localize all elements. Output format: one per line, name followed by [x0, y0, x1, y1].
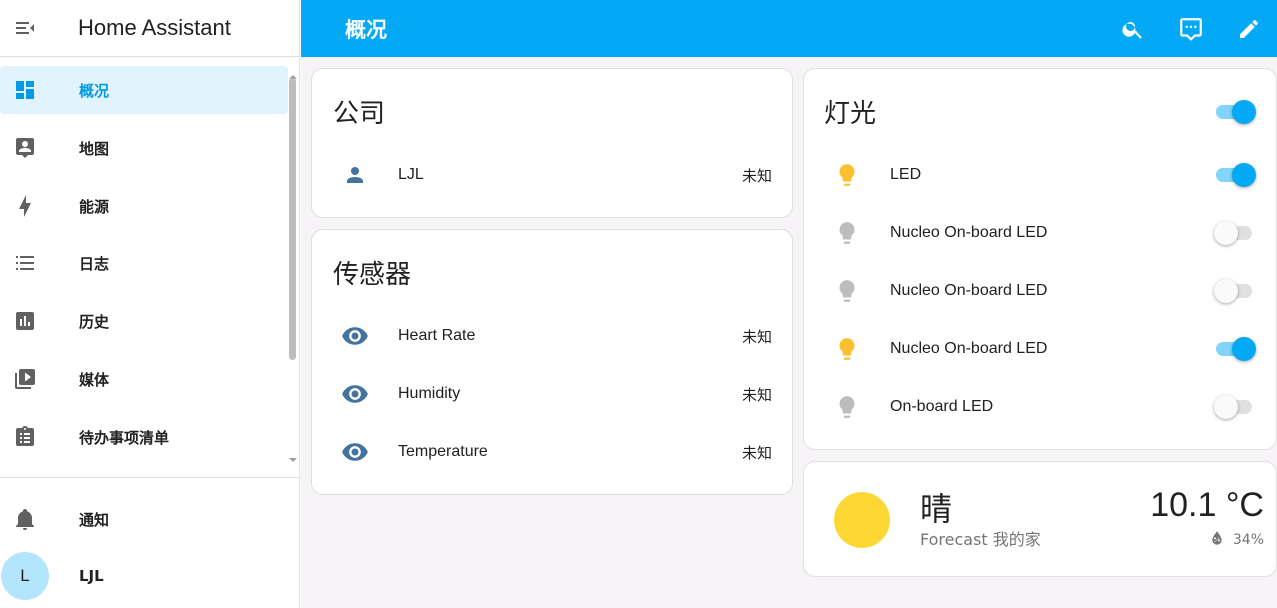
sidebar-item-label: 通知	[79, 510, 110, 529]
person-icon	[332, 163, 378, 187]
entity-name: Temperature	[398, 443, 488, 460]
todo-clipboard-icon	[0, 425, 50, 449]
sidebar-item-media[interactable]: 媒体	[0, 355, 288, 403]
sidebar-header: Home Assistant	[0, 0, 299, 57]
sidebar-item-user[interactable]: L LJL	[0, 552, 288, 600]
sidebar-item-label: 日志	[79, 254, 110, 273]
sidebar-item-overview[interactable]: 概况	[0, 66, 288, 114]
sidebar-item-label: 地图	[79, 139, 110, 158]
avatar-wrap: L	[0, 552, 50, 600]
weather-temperature: 10.1 °C	[1150, 486, 1264, 524]
eye-icon	[332, 438, 378, 466]
light-row[interactable]: Nucleo On-board LED	[804, 213, 1276, 253]
light-name: Nucleo On-board LED	[890, 224, 1048, 241]
entity-state: 未知	[741, 166, 772, 185]
avatar: L	[1, 552, 49, 600]
media-play-icon	[0, 367, 50, 391]
eye-icon	[332, 322, 378, 350]
light-name: On-board LED	[890, 398, 994, 415]
sidebar-item-label: 概况	[79, 81, 110, 100]
sidebar-item-logbook[interactable]: 日志	[0, 239, 288, 287]
scroll-down-arrow-icon[interactable]	[289, 449, 297, 462]
sidebar: Home Assistant 概况 地图 能源 日志 历史 媒体 待办事项清单 …	[0, 0, 300, 608]
light-toggle[interactable]	[1214, 277, 1258, 305]
lights-card: 灯光 LED Nucleo On-board LED Nucleo On-boa…	[803, 68, 1277, 450]
lightning-icon	[0, 194, 50, 218]
sidebar-item-notifications[interactable]: 通知	[0, 495, 288, 543]
card-title: 公司	[333, 99, 386, 129]
light-toggle[interactable]	[1214, 335, 1258, 363]
entity-name: Humidity	[398, 385, 461, 402]
weather-card[interactable]: 晴 Forecast 我的家 10.1 °C 34%	[803, 461, 1277, 577]
sidebar-item-label: 待办事项清单	[79, 428, 170, 447]
pencil-edit-icon[interactable]	[1231, 11, 1267, 47]
dashboard-main: 公司 LJL 未知 传感器 Heart Rate 未知 Humidity 未知	[301, 57, 1277, 608]
card-title: 传感器	[333, 260, 412, 290]
entity-row[interactable]: Humidity 未知	[312, 374, 792, 414]
light-name: Nucleo On-board LED	[890, 340, 1048, 357]
light-toggle[interactable]	[1214, 161, 1258, 189]
sidebar-item-todo[interactable]: 待办事项清单	[0, 413, 288, 461]
entity-row[interactable]: Temperature 未知	[312, 432, 792, 472]
bell-icon	[0, 507, 50, 531]
sidebar-item-energy[interactable]: 能源	[0, 182, 288, 230]
scroll-up-arrow-icon[interactable]	[289, 66, 297, 79]
entity-row[interactable]: LJL 未知	[312, 155, 792, 195]
menu-collapse-icon[interactable]	[0, 0, 50, 57]
lightbulb-on-icon	[824, 336, 870, 362]
entity-state: 未知	[741, 385, 772, 404]
map-account-icon	[0, 136, 50, 160]
light-row[interactable]: LED	[804, 155, 1276, 195]
sensors-card: 传感器 Heart Rate 未知 Humidity 未知 Temperatur…	[311, 229, 793, 495]
top-app-bar: 概况	[301, 0, 1277, 57]
lightbulb-on-icon	[824, 162, 870, 188]
weather-humidity: 34%	[1209, 530, 1264, 550]
entity-name: LJL	[398, 166, 424, 183]
sunny-icon	[834, 492, 890, 548]
entity-name: Heart Rate	[398, 327, 476, 344]
sidebar-item-label: 能源	[79, 197, 110, 216]
entity-row[interactable]: Heart Rate 未知	[312, 316, 792, 356]
light-row[interactable]: On-board LED	[804, 387, 1276, 427]
sidebar-item-map[interactable]: 地图	[0, 124, 288, 172]
water-percent-icon	[1209, 530, 1225, 550]
header-actions	[1115, 0, 1267, 57]
lightbulb-off-icon	[824, 394, 870, 420]
sidebar-item-label: 历史	[79, 312, 110, 331]
sidebar-scrollbar[interactable]	[289, 78, 296, 360]
light-toggle[interactable]	[1214, 393, 1258, 421]
light-row[interactable]: Nucleo On-board LED	[804, 329, 1276, 369]
logbook-list-icon	[0, 251, 50, 275]
page-title: 概况	[345, 17, 387, 42]
eye-icon	[332, 380, 378, 408]
entity-state: 未知	[741, 327, 772, 346]
history-chart-icon	[0, 309, 50, 333]
light-name: Nucleo On-board LED	[890, 282, 1048, 299]
sidebar-item-label: LJL	[79, 567, 104, 585]
lightbulb-off-icon	[824, 278, 870, 304]
humidity-value: 34%	[1232, 532, 1264, 548]
weather-condition: 晴	[920, 490, 953, 528]
light-name: LED	[890, 166, 922, 183]
card-title: 灯光	[824, 99, 877, 129]
entity-state: 未知	[741, 443, 772, 462]
company-card: 公司 LJL 未知	[311, 68, 793, 218]
light-toggle[interactable]	[1214, 219, 1258, 247]
sidebar-divider	[0, 477, 300, 478]
dashboard-icon	[0, 78, 50, 102]
app-title: Home Assistant	[78, 15, 231, 40]
search-icon[interactable]	[1115, 11, 1151, 47]
weather-subtitle: Forecast 我的家	[920, 530, 1041, 549]
assist-chat-icon[interactable]	[1173, 11, 1209, 47]
sidebar-nav: 概况 地图 能源 日志 历史 媒体 待办事项清单	[0, 57, 299, 477]
lightbulb-off-icon	[824, 220, 870, 246]
light-row[interactable]: Nucleo On-board LED	[804, 271, 1276, 311]
lights-master-toggle[interactable]	[1214, 98, 1258, 126]
sidebar-item-history[interactable]: 历史	[0, 297, 288, 345]
sidebar-item-label: 媒体	[79, 370, 110, 389]
